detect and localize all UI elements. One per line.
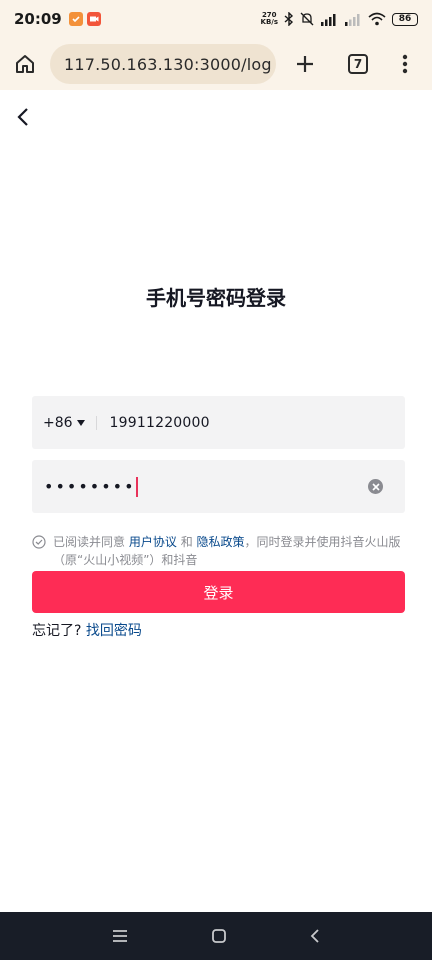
privacy-policy-link[interactable]: 隐私政策 [197, 535, 245, 549]
home-button[interactable] [0, 38, 50, 90]
status-time: 20:09 [14, 10, 62, 28]
browser-toolbar: 117.50.163.130:3000/log 7 [0, 38, 432, 90]
back-triangle-icon[interactable] [309, 928, 321, 944]
login-button[interactable]: 登录 [32, 571, 405, 613]
field-divider [95, 415, 97, 430]
agreement-row: 已阅读并同意 用户协议 和 隐私政策，同时登录并使用抖音火山版（原“火山小视频”… [32, 533, 406, 569]
signal-weak-icon [345, 13, 360, 26]
page-title: 手机号密码登录 [146, 286, 286, 310]
tab-switcher-button[interactable]: 7 [334, 38, 382, 90]
phone-field: +86 19911220000 [32, 396, 405, 449]
net-speed: 270 KB/s [261, 12, 278, 26]
mute-bell-icon [300, 12, 314, 26]
system-nav-bar [0, 912, 432, 960]
forgot-password-row: 忘记了? 找回密码 [32, 620, 142, 640]
battery-indicator: 86 [392, 12, 418, 26]
password-input[interactable]: •••••••• [44, 477, 136, 496]
tab-count: 7 [348, 54, 368, 74]
status-bar: 20:09 270 KB/s 86 [0, 0, 432, 38]
user-agreement-link[interactable]: 用户协议 [129, 535, 177, 549]
url-text: 117.50.163.130:3000/log [64, 54, 272, 74]
text-cursor [135, 476, 138, 497]
back-button[interactable] [8, 100, 38, 134]
home-square-icon[interactable] [211, 928, 227, 944]
clear-icon [371, 482, 380, 491]
check-circle-icon[interactable] [32, 535, 46, 549]
more-vert-icon [402, 54, 408, 74]
new-tab-button[interactable] [276, 38, 334, 90]
signal-icon [321, 13, 336, 26]
agreement-and: 和 [180, 535, 193, 549]
agreement-text: 已阅读并同意 用户协议 和 隐私政策，同时登录并使用抖音火山版（原“火山小视频”… [53, 533, 406, 569]
forgot-prefix: 忘记了? [32, 623, 82, 639]
forgot-password-link[interactable]: 找回密码 [86, 623, 142, 639]
caret-down-icon[interactable] [76, 419, 85, 426]
clear-button[interactable] [368, 479, 383, 494]
recents-menu-icon[interactable] [111, 929, 129, 943]
home-icon [16, 55, 34, 73]
chevron-left-icon [17, 108, 28, 126]
notification-app-icon [68, 12, 83, 26]
wifi-icon [368, 12, 386, 26]
agreement-prefix: 已阅读并同意 [53, 535, 126, 549]
phone-input[interactable]: 19911220000 [110, 415, 210, 431]
address-bar[interactable]: 117.50.163.130:3000/log [50, 44, 276, 84]
password-field[interactable]: •••••••• [32, 460, 405, 513]
status-icons: 270 KB/s 86 [261, 12, 418, 26]
plus-icon [297, 56, 313, 72]
video-app-icon [86, 12, 101, 26]
browser-menu-button[interactable] [382, 38, 428, 90]
net-speed-unit: KB/s [260, 18, 278, 26]
bluetooth-icon [284, 12, 294, 26]
country-code-select[interactable]: +86 [43, 415, 73, 431]
